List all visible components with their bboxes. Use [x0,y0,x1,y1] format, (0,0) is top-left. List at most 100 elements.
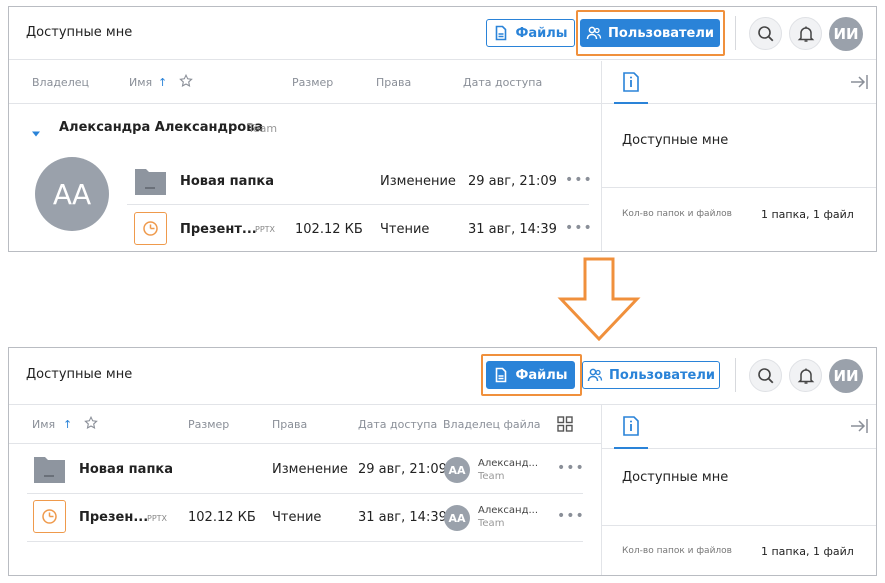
column-rights[interactable]: Права [376,76,411,89]
column-rights[interactable]: Права [272,418,307,431]
info-sidebar: Доступные мне Кол-во папок и файлов 1 па… [601,61,876,251]
users-button-label: Пользователи [608,367,716,383]
header-divider [735,358,736,392]
row-date: 31 авг, 14:39 [358,510,447,525]
presentation-file-icon[interactable] [33,500,66,533]
favorite-star-icon[interactable] [84,415,98,433]
sidebar-tabs [602,61,876,104]
row-date: 29 авг, 21:09 [468,174,557,189]
row-rights: Чтение [380,222,430,237]
expand-caret-icon[interactable] [31,123,41,142]
column-size[interactable]: Размер [292,76,333,89]
column-owner[interactable]: Владелец [32,76,89,89]
row-name[interactable]: Презент... [180,222,257,237]
owner-avatar: АА [444,505,470,531]
users-button[interactable]: Пользователи [582,361,720,389]
row-date: 31 авг, 14:39 [468,222,557,237]
more-actions-icon[interactable]: ••• [565,172,593,188]
info-tab-icon[interactable] [622,416,640,440]
folder-icon[interactable] [134,164,167,197]
files-button[interactable]: Файлы [486,19,575,47]
users-icon [587,367,603,383]
column-size[interactable]: Размер [188,418,229,431]
users-button-label: Пользователи [607,25,715,41]
files-button-label: Файлы [515,25,568,41]
count-value: 1 папка, 1 файл [761,545,854,558]
row-name[interactable]: Презен... [79,510,148,525]
sidebar-divider [602,525,876,526]
page-title: Доступные мне [26,25,133,40]
row-divider [127,204,589,205]
presentation-file-icon[interactable] [134,212,167,245]
file-extension: PPTX [147,514,168,523]
file-extension: PPTX [255,225,276,234]
column-name[interactable]: Имя [32,418,55,431]
count-label: Кол-во папок и файлов [622,546,732,556]
notifications-button[interactable] [789,17,822,50]
row-rights: Чтение [272,510,322,525]
search-button[interactable] [749,17,782,50]
active-tab-indicator [614,102,648,104]
users-icon [586,25,602,41]
files-button-label: Файлы [515,367,568,383]
document-icon [493,367,509,383]
users-view-panel: Доступные мне Файлы Пользователи ИИ Влад… [8,6,877,252]
row-divider [27,541,583,542]
owner-name: Александ... [478,505,539,516]
row-size: 102.12 КБ [188,510,256,525]
notifications-button[interactable] [789,359,822,392]
row-size: 102.12 КБ [295,222,363,237]
owner-name: Александ... [478,458,539,469]
user-avatar[interactable]: ИИ [829,17,863,51]
row-rights: Изменение [272,462,348,477]
sidebar-title: Доступные мне [622,470,729,485]
more-actions-icon[interactable]: ••• [557,508,585,524]
favorite-star-icon[interactable] [179,73,193,91]
column-divider [9,443,601,444]
user-avatar[interactable]: ИИ [829,359,863,393]
bell-icon [797,26,814,42]
header: Доступные мне Файлы Пользователи ИИ [9,7,876,60]
sidebar-divider [602,187,876,188]
count-value: 1 папка, 1 файл [761,208,854,221]
sort-ascending-icon[interactable]: ↑ [63,418,72,431]
document-icon [493,25,509,41]
users-button[interactable]: Пользователи [580,19,720,47]
more-actions-icon[interactable]: ••• [565,220,593,236]
count-label: Кол-во папок и файлов [622,209,732,219]
header: Доступные мне Файлы Пользователи ИИ [9,348,876,405]
collapse-panel-icon[interactable] [850,74,868,94]
owner-team: Team [478,518,505,529]
row-rights: Изменение [380,174,456,189]
column-access-date[interactable]: Дата доступа [463,76,542,89]
transition-arrow-icon [557,257,641,341]
column-access-date[interactable]: Дата доступа [358,418,437,431]
info-sidebar: Доступные мне Кол-во папок и файлов 1 па… [601,405,876,575]
page-title: Доступные мне [26,367,133,382]
sidebar-title: Доступные мне [622,133,729,148]
owner-avatar: АА [35,157,109,231]
files-view-panel: Доступные мне Файлы Пользователи ИИ Имя … [8,347,877,576]
group-owner-name: Александра Александрова [59,120,264,135]
sort-ascending-icon[interactable]: ↑ [158,76,167,89]
header-divider [735,16,736,50]
owner-avatar: АА [444,457,470,483]
row-name[interactable]: Новая папка [79,462,173,477]
files-button[interactable]: Файлы [486,361,575,389]
column-file-owner[interactable]: Владелец файла [443,418,541,431]
bell-icon [797,368,814,384]
folder-icon[interactable] [33,452,66,485]
column-name[interactable]: Имя [129,76,152,89]
row-date: 29 авг, 21:09 [358,462,447,477]
grid-view-icon[interactable] [557,416,573,435]
group-owner-team: Team [248,122,278,135]
owner-team: Team [478,471,505,482]
active-tab-indicator [614,447,648,449]
row-name[interactable]: Новая папка [180,174,274,189]
sidebar-tabs [602,405,876,449]
collapse-panel-icon[interactable] [850,418,868,438]
info-tab-icon[interactable] [622,72,640,96]
more-actions-icon[interactable]: ••• [557,460,585,476]
search-icon [757,367,773,383]
search-button[interactable] [749,359,782,392]
